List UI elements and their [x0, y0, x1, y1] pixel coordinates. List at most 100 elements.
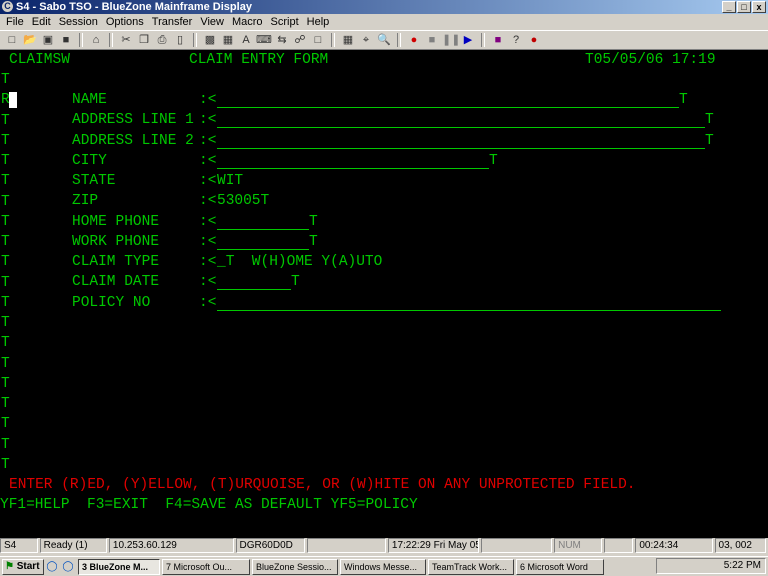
menu-script[interactable]: Script: [267, 14, 303, 30]
print-icon[interactable]: ⎙: [154, 32, 170, 48]
toolbar: □ 📂 ▣ ■ ⌂ ✂ ❐ ⎙ ▯ ▩ ▦ A ⌨ ⇆ ☍ □ ▦ ⌖ 🔍 ● …: [0, 30, 768, 50]
menu-bar: File Edit Session Options Transfer View …: [0, 14, 768, 30]
outlook-icon[interactable]: ◯: [60, 559, 76, 575]
claim-date-underline[interactable]: [217, 289, 291, 291]
menu-options[interactable]: Options: [102, 14, 148, 30]
status-ip: 10.253.60.129: [108, 538, 234, 553]
start-button[interactable]: ⚑ Start: [2, 558, 44, 575]
ie-icon[interactable]: ◯: [44, 559, 60, 575]
open-icon[interactable]: 📂: [22, 32, 38, 48]
field-attribute-marker: T: [1, 173, 10, 190]
clipboard-icon[interactable]: □: [310, 32, 326, 48]
save-icon[interactable]: ■: [58, 32, 74, 48]
name-label: NAME: [72, 92, 107, 108]
cut-icon[interactable]: ✂: [118, 32, 134, 48]
work-phone-separator: :<: [199, 233, 217, 250]
field-attribute-marker: T: [1, 72, 10, 88]
record-icon[interactable]: ●: [406, 32, 422, 48]
home-phone-underline[interactable]: [217, 228, 309, 230]
folder-icon[interactable]: ▣: [40, 32, 56, 48]
screen-title: CLAIM ENTRY FORM: [189, 52, 329, 68]
toolbar-separator: [193, 33, 197, 47]
zip-separator: :<: [199, 193, 217, 210]
address-line-1-separator: :<: [199, 112, 217, 129]
copy-icon[interactable]: ❐: [136, 32, 152, 48]
toolbar-separator: [331, 33, 335, 47]
name-separator: :<: [199, 92, 217, 108]
pause-icon[interactable]: ❚❚: [442, 32, 460, 48]
play-icon[interactable]: ▶: [460, 32, 476, 48]
address-line-2-underline[interactable]: [217, 147, 705, 149]
find-icon[interactable]: ⌖: [358, 32, 374, 48]
address-line-1-underline[interactable]: [217, 127, 705, 129]
menu-macro[interactable]: Macro: [228, 14, 267, 30]
task-bluezone[interactable]: 3 BlueZone M...: [78, 558, 160, 575]
status-indicator: [603, 538, 634, 553]
menu-file[interactable]: File: [2, 14, 28, 30]
field-attribute-marker: T: [1, 315, 10, 331]
minimize-button[interactable]: _: [722, 1, 736, 13]
field-attribute-marker: T: [1, 416, 10, 433]
menu-help[interactable]: Help: [303, 14, 334, 30]
transfer-icon[interactable]: ⇆: [274, 32, 290, 48]
screen-datetime: T05/05/06 17:19: [585, 52, 716, 68]
terminal-screen[interactable]: CLAIMSW CLAIM ENTRY FORM T05/05/06 17:19…: [0, 50, 768, 538]
city-end-marker: T: [489, 152, 498, 169]
field-attribute-marker: T: [1, 274, 10, 291]
claim-type-input[interactable]: _T W(H)OME Y(A)UTO: [217, 254, 382, 270]
capture-icon[interactable]: ▦: [220, 32, 236, 48]
menu-transfer[interactable]: Transfer: [148, 14, 197, 30]
status-lu: DGR60D0D: [235, 538, 305, 553]
menu-edit[interactable]: Edit: [28, 14, 55, 30]
field-attribute-marker: T: [1, 193, 10, 210]
task-word[interactable]: 6 Microsoft Word: [516, 558, 604, 575]
state-separator: :<: [199, 173, 217, 189]
status-blank-1: [306, 538, 386, 553]
policy-no-underline[interactable]: [217, 309, 721, 311]
new-icon[interactable]: □: [4, 32, 20, 48]
city-separator: :<: [199, 152, 217, 169]
task-messenger[interactable]: Windows Messe...: [340, 558, 426, 575]
close-button[interactable]: x: [752, 1, 766, 13]
task-bluezone-session[interactable]: BlueZone Sessio...: [252, 558, 338, 575]
state-label: STATE: [72, 173, 116, 189]
work-phone-underline[interactable]: [217, 248, 309, 250]
city-underline[interactable]: [217, 167, 489, 169]
address-line-1-label: ADDRESS LINE 1: [72, 112, 194, 129]
paste-icon[interactable]: ▯: [172, 32, 188, 48]
apple-icon[interactable]: ●: [526, 32, 542, 48]
field-attribute-marker: T: [1, 132, 10, 149]
zoom-icon[interactable]: 🔍: [376, 32, 392, 48]
maximize-button[interactable]: □: [737, 1, 751, 13]
claim-type-separator: :<: [199, 254, 217, 270]
city-label: CITY: [72, 152, 107, 169]
font-icon[interactable]: A: [238, 32, 254, 48]
menu-view[interactable]: View: [196, 14, 228, 30]
address-line-1-end-marker: T: [705, 112, 714, 129]
book-icon[interactable]: ■: [490, 32, 506, 48]
home-icon[interactable]: ⌂: [88, 32, 104, 48]
claim-date-label: CLAIM DATE: [72, 274, 160, 291]
state-input[interactable]: WIT: [217, 173, 243, 189]
screen-icon[interactable]: ▩: [202, 32, 218, 48]
address-line-2-separator: :<: [199, 132, 217, 149]
zip-input[interactable]: 53005T: [217, 193, 269, 209]
menu-session[interactable]: Session: [55, 14, 102, 30]
field-attribute-marker: T: [1, 112, 10, 129]
field-attribute-marker: T: [1, 355, 10, 372]
app-icon[interactable]: C: [2, 1, 13, 12]
toolbar-separator: [481, 33, 485, 47]
task-teamtrack[interactable]: TeamTrack Work...: [428, 558, 514, 575]
name-underline[interactable]: [217, 107, 679, 108]
name-end-marker: T: [679, 92, 688, 108]
stop-icon[interactable]: ■: [424, 32, 440, 48]
keyboard-icon[interactable]: ⌨: [256, 32, 272, 48]
toolbar-separator: [109, 33, 113, 47]
help-icon[interactable]: ?: [508, 32, 524, 48]
toolbar-separator: [397, 33, 401, 47]
work-phone-label: WORK PHONE: [72, 233, 160, 250]
task-outlook[interactable]: 7 Microsoft Ou...: [162, 558, 250, 575]
connect-icon[interactable]: ☍: [292, 32, 308, 48]
field-attribute-marker: T: [1, 254, 10, 271]
macro-icon[interactable]: ▦: [340, 32, 356, 48]
